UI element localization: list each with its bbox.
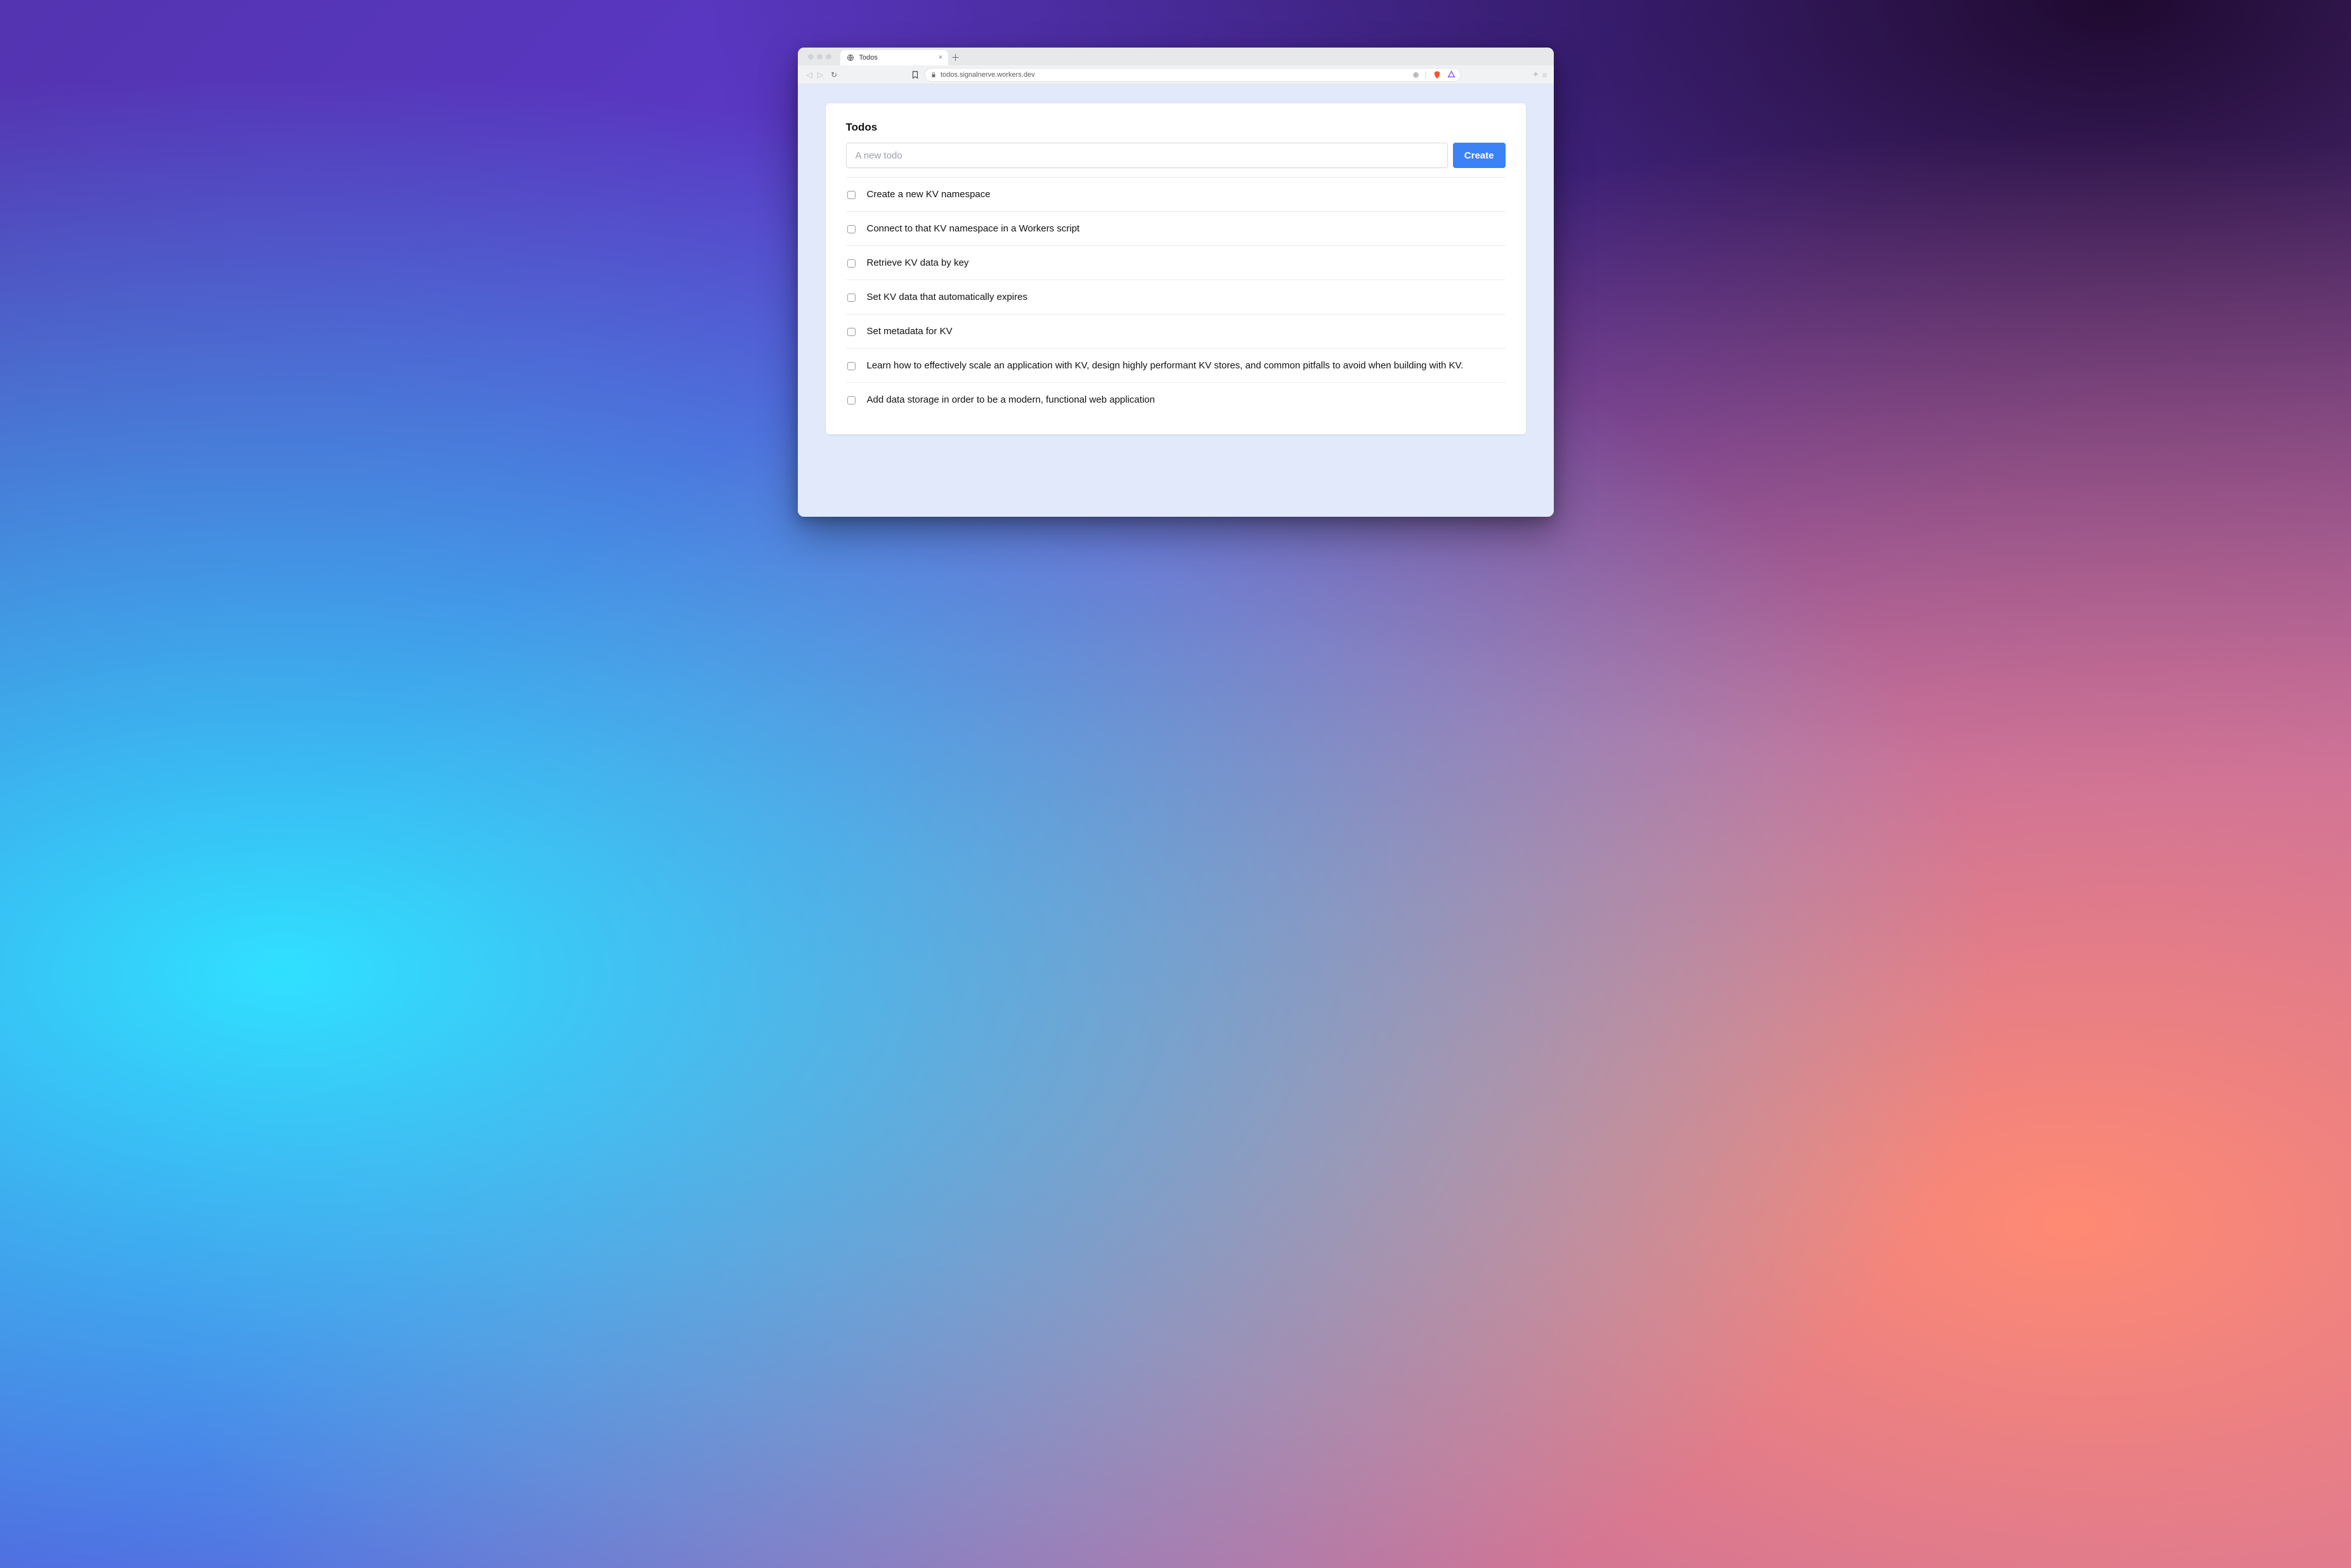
todo-text: Connect to that KV namespace in a Worker… <box>867 223 1080 234</box>
bookmark-icon[interactable] <box>911 70 920 79</box>
todo-text: Learn how to effectively scale an applic… <box>867 360 1464 371</box>
todo-text: Set metadata for KV <box>867 326 953 337</box>
todo-item: Create a new KV namespace <box>846 177 1506 211</box>
window-close-icon[interactable] <box>808 54 814 60</box>
todo-text: Set KV data that automatically expires <box>867 292 1027 302</box>
address-bar[interactable]: todos.signalnerve.workers.dev ⊕ | <box>925 68 1461 82</box>
menu-icon[interactable]: ≡ <box>1542 70 1547 80</box>
browser-toolbar: ◁ ▷ ↻ todos.signalnerve.workers.dev ⊕ | <box>798 65 1554 84</box>
todo-checkbox[interactable] <box>847 294 856 302</box>
todo-text: Retrieve KV data by key <box>867 257 969 268</box>
todo-item: Add data storage in order to be a modern… <box>846 382 1506 417</box>
todo-checkbox[interactable] <box>847 396 856 405</box>
zoom-icon[interactable]: ⊕ <box>1413 70 1419 79</box>
todo-text: Create a new KV namespace <box>867 189 991 200</box>
window-minimize-icon[interactable] <box>817 54 823 60</box>
url-text: todos.signalnerve.workers.dev <box>941 71 1035 79</box>
todo-item: Set metadata for KV <box>846 314 1506 348</box>
browser-tab[interactable]: Todos × <box>840 50 948 65</box>
todo-checkbox[interactable] <box>847 328 856 336</box>
todo-checkbox[interactable] <box>847 259 856 268</box>
todo-text: Add data storage in order to be a modern… <box>867 394 1155 405</box>
todos-card: Todos Create Create a new KV namespace Co… <box>826 103 1526 434</box>
back-button[interactable]: ◁ <box>807 70 812 79</box>
todo-item: Retrieve KV data by key <box>846 245 1506 280</box>
forward-button[interactable]: ▷ <box>817 70 823 79</box>
reload-button[interactable]: ↻ <box>831 70 837 79</box>
todo-item: Connect to that KV namespace in a Worker… <box>846 211 1506 245</box>
close-icon[interactable]: × <box>938 53 942 61</box>
window-traffic-lights <box>802 54 837 60</box>
page-title: Todos <box>846 121 1506 134</box>
todo-list: Create a new KV namespace Connect to that… <box>846 177 1506 417</box>
create-button[interactable]: Create <box>1453 143 1506 168</box>
new-todo-row: Create <box>846 143 1506 168</box>
lock-icon <box>930 72 937 78</box>
window-zoom-icon[interactable] <box>826 54 831 60</box>
browser-window: Todos × ＋ ◁ ▷ ↻ todos.signalnerve.worker… <box>798 48 1554 517</box>
todo-item: Set KV data that automatically expires <box>846 280 1506 314</box>
tab-title: Todos <box>859 54 878 62</box>
globe-icon <box>847 54 854 62</box>
new-tab-button[interactable]: ＋ <box>948 50 963 65</box>
new-todo-input[interactable] <box>846 143 1448 168</box>
extensions-icon[interactable]: ✦ <box>1532 69 1540 80</box>
page-viewport: Todos Create Create a new KV namespace Co… <box>798 84 1554 517</box>
brave-shield-icon[interactable] <box>1433 70 1442 79</box>
todo-checkbox[interactable] <box>847 362 856 370</box>
brave-rewards-icon[interactable] <box>1447 70 1456 79</box>
todo-checkbox[interactable] <box>847 225 856 233</box>
todo-checkbox[interactable] <box>847 191 856 199</box>
todo-item: Learn how to effectively scale an applic… <box>846 348 1506 382</box>
tab-strip: Todos × ＋ <box>798 48 1554 65</box>
